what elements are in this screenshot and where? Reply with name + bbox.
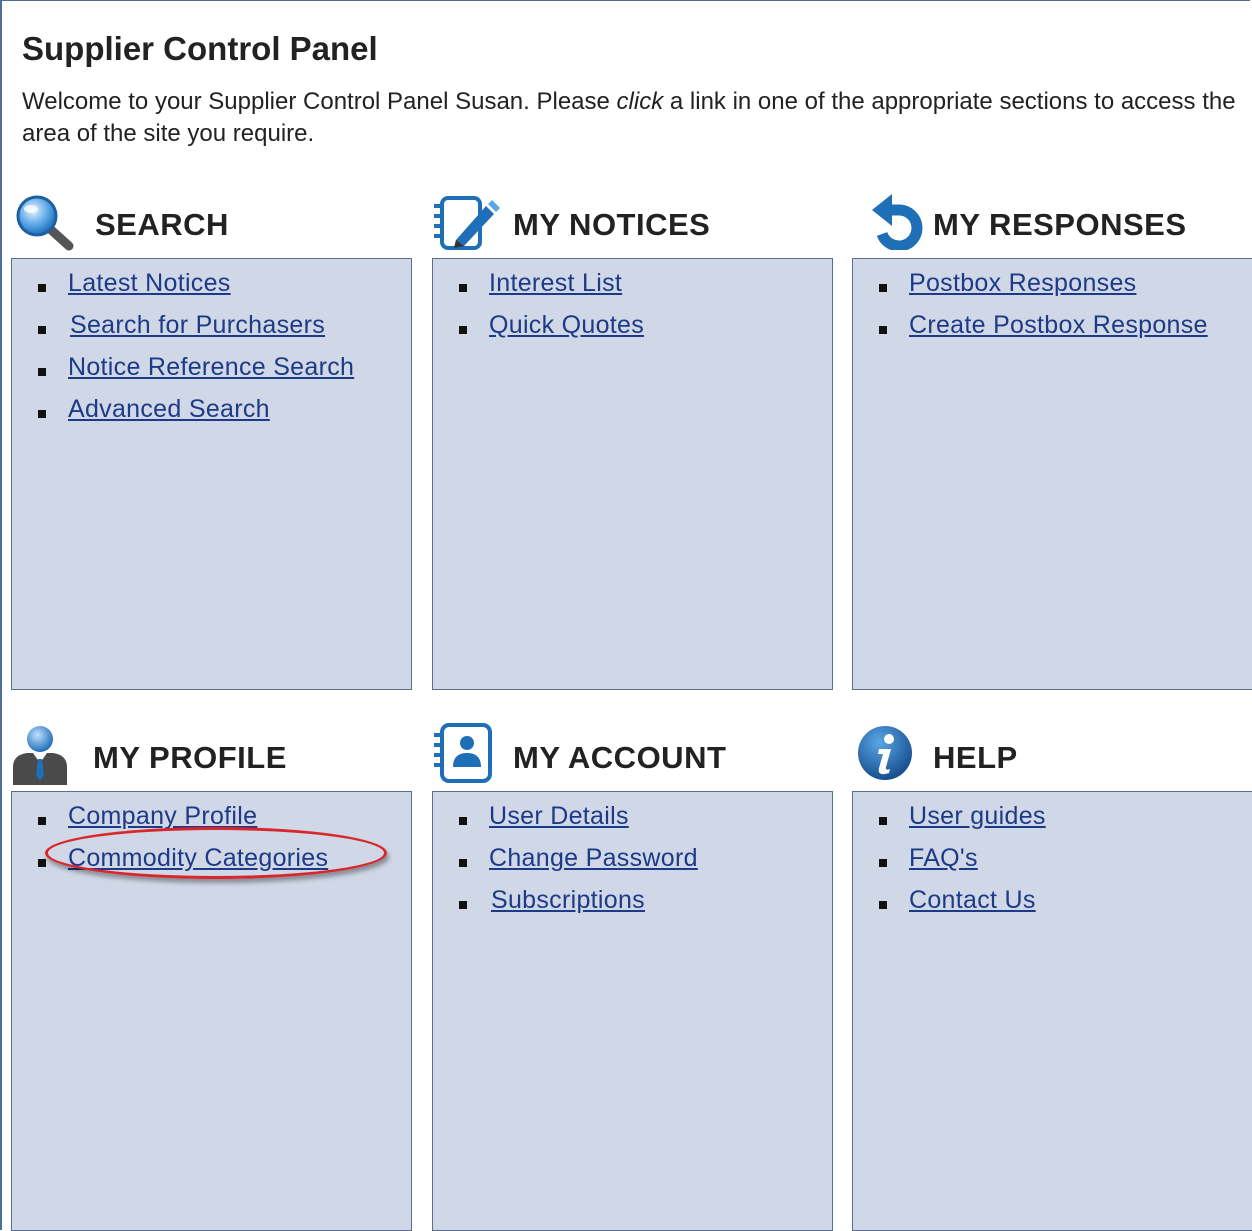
info-icon xyxy=(857,725,917,790)
section-title: HELP xyxy=(933,740,1018,775)
link-faqs[interactable]: FAQ's xyxy=(909,844,978,873)
section-links-box: Company Profile Commodity Categories xyxy=(11,791,412,1231)
bullet-icon xyxy=(459,817,467,825)
link-user-guides[interactable]: User guides xyxy=(909,802,1046,831)
bullet-icon xyxy=(38,859,46,867)
link-notice-reference-search[interactable]: Notice Reference Search xyxy=(68,353,354,382)
bullet-icon xyxy=(459,859,467,867)
section-title: SEARCH xyxy=(95,207,229,242)
bullet-icon xyxy=(38,284,46,292)
section-help: HELP User guides FAQ's Contact Us xyxy=(852,723,1252,1231)
list-item: Create Postbox Response xyxy=(853,309,1252,351)
list-item: User Details xyxy=(433,800,832,842)
bullet-icon xyxy=(879,901,887,909)
link-advanced-search[interactable]: Advanced Search xyxy=(68,395,270,424)
bullet-icon xyxy=(879,284,887,292)
link-user-details[interactable]: User Details xyxy=(489,802,629,831)
list-item: FAQ's xyxy=(853,842,1252,884)
section-links-box: Latest Notices Search for Purchasers Not… xyxy=(11,258,412,690)
section-my-notices-header: MY NOTICES xyxy=(432,190,833,258)
user-profile-icon xyxy=(11,723,71,792)
list-item: Latest Notices xyxy=(12,267,411,309)
section-my-responses: MY RESPONSES Postbox Responses Create Po… xyxy=(852,190,1252,690)
list-item: Postbox Responses xyxy=(853,267,1252,309)
list-item: Company Profile xyxy=(12,800,411,842)
section-my-responses-header: MY RESPONSES xyxy=(852,190,1252,258)
section-links-box: Postbox Responses Create Postbox Respons… xyxy=(852,258,1252,690)
bullet-icon xyxy=(459,901,467,909)
list-item: Contact Us xyxy=(853,884,1252,926)
intro-text-start: Welcome to your Supplier Control Panel S… xyxy=(22,88,617,115)
link-list: Company Profile Commodity Categories xyxy=(12,792,411,884)
link-list: User guides FAQ's Contact Us xyxy=(853,792,1252,926)
section-title: MY ACCOUNT xyxy=(513,740,727,775)
list-item: Notice Reference Search xyxy=(12,351,411,393)
section-my-profile-header: MY PROFILE xyxy=(11,723,412,791)
notepad-edit-icon xyxy=(432,192,502,259)
list-item: Change Password xyxy=(433,842,832,884)
link-create-postbox-response[interactable]: Create Postbox Response xyxy=(909,311,1208,340)
bullet-icon xyxy=(879,859,887,867)
section-links-box: User Details Change Password Subscriptio… xyxy=(432,791,833,1231)
section-title: MY PROFILE xyxy=(93,740,287,775)
section-help-header: HELP xyxy=(852,723,1252,791)
bullet-icon xyxy=(38,368,46,376)
bullet-icon xyxy=(459,326,467,334)
bullet-icon xyxy=(38,817,46,825)
link-search-for-purchasers[interactable]: Search for Purchasers xyxy=(70,311,325,340)
section-my-account-header: MY ACCOUNT xyxy=(432,723,833,791)
list-item: Search for Purchasers xyxy=(12,309,411,351)
link-postbox-responses[interactable]: Postbox Responses xyxy=(909,269,1136,298)
link-list: Interest List Quick Quotes xyxy=(433,259,832,351)
section-my-profile: MY PROFILE Company Profile Commodity Cat… xyxy=(11,723,412,1231)
section-title: MY RESPONSES xyxy=(933,207,1187,242)
section-links-box: User guides FAQ's Contact Us xyxy=(852,791,1252,1231)
list-item: Commodity Categories xyxy=(12,827,411,884)
link-change-password[interactable]: Change Password xyxy=(489,844,698,873)
link-latest-notices[interactable]: Latest Notices xyxy=(68,269,231,298)
link-quick-quotes[interactable]: Quick Quotes xyxy=(489,311,644,340)
section-search: SEARCH Latest Notices Search for Purchas… xyxy=(11,190,412,690)
list-item: Advanced Search xyxy=(12,393,411,435)
section-search-header: SEARCH xyxy=(11,190,412,258)
contact-card-icon xyxy=(432,723,496,790)
bullet-icon xyxy=(879,326,887,334)
section-my-notices: MY NOTICES Interest List Quick Quotes xyxy=(432,190,833,690)
link-company-profile[interactable]: Company Profile xyxy=(68,802,257,831)
link-subscriptions[interactable]: Subscriptions xyxy=(491,886,645,915)
bullet-icon xyxy=(459,284,467,292)
link-list: Latest Notices Search for Purchasers Not… xyxy=(12,259,411,435)
bullet-icon xyxy=(38,326,46,334)
link-commodity-categories[interactable]: Commodity Categories xyxy=(68,844,328,873)
reply-arrow-icon xyxy=(870,194,924,255)
link-contact-us[interactable]: Contact Us xyxy=(909,886,1036,915)
list-item: Subscriptions xyxy=(433,884,832,926)
section-links-box: Interest List Quick Quotes xyxy=(432,258,833,690)
link-interest-list[interactable]: Interest List xyxy=(489,269,622,298)
bullet-icon xyxy=(879,817,887,825)
list-item: Quick Quotes xyxy=(433,309,832,351)
link-list: User Details Change Password Subscriptio… xyxy=(433,792,832,926)
page-title: Supplier Control Panel xyxy=(22,30,378,67)
bullet-icon xyxy=(38,410,46,418)
section-my-account: MY ACCOUNT User Details Change Password … xyxy=(432,723,833,1231)
section-title: MY NOTICES xyxy=(513,207,711,242)
list-item: User guides xyxy=(853,800,1252,842)
list-item: Interest List xyxy=(433,267,832,309)
link-list: Postbox Responses Create Postbox Respons… xyxy=(853,259,1252,351)
intro-text-emphasis: click xyxy=(616,88,664,115)
search-icon xyxy=(15,194,79,257)
intro-text: Welcome to your Supplier Control Panel S… xyxy=(22,86,1237,150)
